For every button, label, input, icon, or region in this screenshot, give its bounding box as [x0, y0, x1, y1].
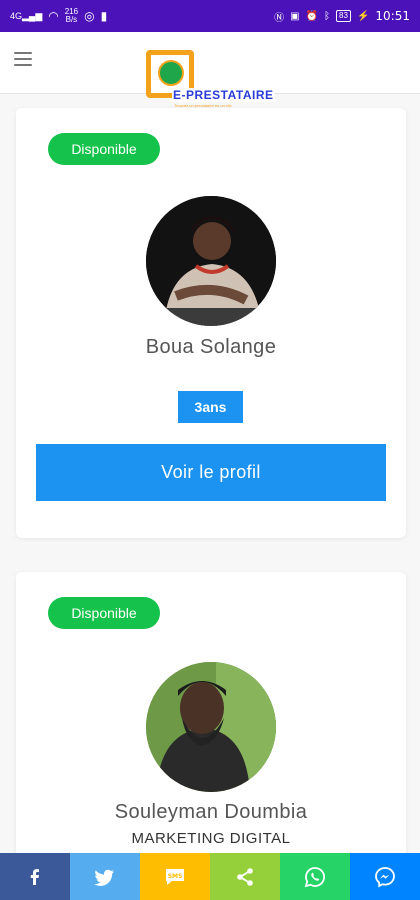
menu-icon[interactable]: [14, 52, 32, 66]
facebook-icon: [30, 868, 39, 885]
network-speed: 216 B/s: [65, 8, 78, 24]
share-icon: [237, 867, 253, 886]
status-bar-left: 4G▂▄▆ ◠ 216 B/s ◎ ▮: [10, 8, 107, 24]
alarm-icon: ⏰: [305, 10, 319, 22]
provider-card: Disponible Boua Solange 3ans Voir le pro…: [16, 108, 406, 538]
provider-card: Disponible Souleyman Doumbia MARKETING D…: [16, 572, 406, 900]
avatar-photo-icon: [146, 662, 276, 792]
avatar-photo-icon: [146, 196, 276, 326]
charging-icon: ⚡: [356, 10, 370, 22]
notification-icon: ▮: [100, 9, 108, 23]
provider-name: Boua Solange: [145, 336, 277, 358]
facebook-share-button[interactable]: [0, 853, 70, 900]
logo-text: E-PRESTATAIRE: [172, 88, 275, 102]
whatsapp-share-button[interactable]: [280, 853, 350, 900]
status-bar-right: Ⓝ ▣ ⏰ ᛒ 83 ⚡ 10:51: [274, 9, 410, 24]
avatar[interactable]: [146, 196, 276, 326]
status-badge: Disponible: [48, 597, 160, 629]
signal-icon: 4G▂▄▆: [10, 10, 43, 21]
twitter-icon: [94, 869, 114, 886]
battery-level: 83: [339, 11, 348, 20]
experience-badge: 3ans: [178, 391, 243, 423]
provider-name: Souleyman Doumbia: [114, 801, 308, 823]
view-profile-button[interactable]: Voir le profil: [36, 444, 386, 501]
bluetooth-icon: ᛒ: [324, 10, 331, 22]
avatar[interactable]: [146, 662, 276, 792]
messenger-icon: [375, 866, 395, 888]
nfc-icon: Ⓝ: [274, 12, 285, 24]
share-bar: SMS: [0, 853, 420, 900]
wifi-icon: ◠: [48, 9, 59, 23]
whatsapp-icon: [304, 866, 325, 887]
clock: 10:51: [375, 9, 410, 23]
sms-share-button[interactable]: SMS: [140, 853, 210, 900]
network-speed-unit: B/s: [65, 15, 78, 24]
sms-icon: SMS: [166, 868, 184, 885]
app-header: E-PRESTATAIRE Trouvez un prestataire en …: [0, 32, 420, 108]
provider-specialty: MARKETING DIGITAL: [131, 830, 291, 847]
status-bar: 4G▂▄▆ ◠ 216 B/s ◎ ▮ Ⓝ ▣ ⏰ ᛒ 83 ⚡ 10:51: [0, 0, 420, 32]
generic-share-button[interactable]: [210, 853, 280, 900]
app-logo[interactable]: E-PRESTATAIRE Trouvez un prestataire en …: [146, 50, 282, 108]
messenger-share-button[interactable]: [350, 853, 420, 900]
status-badge: Disponible: [48, 133, 160, 165]
twitter-share-button[interactable]: [70, 853, 140, 900]
logo-emblem-icon: [158, 60, 184, 86]
data-saver-icon: ◎: [84, 9, 95, 23]
signal-label: 4G: [10, 10, 23, 21]
battery-icon: 83: [336, 10, 351, 22]
vibrate-icon: ▣: [290, 10, 300, 22]
svg-text:SMS: SMS: [168, 873, 183, 880]
